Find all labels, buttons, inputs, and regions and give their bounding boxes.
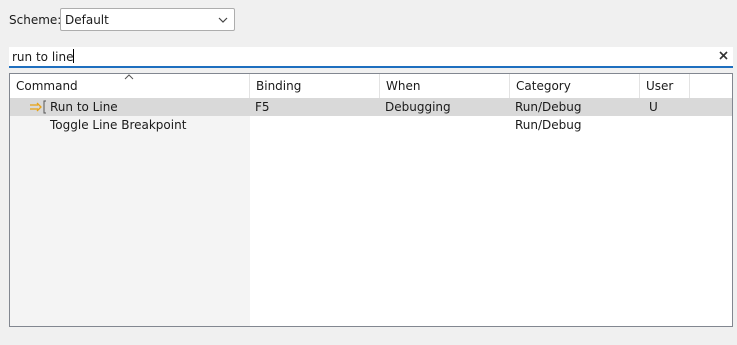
scheme-dropdown-value: Default — [65, 13, 109, 27]
table-header: Command Binding When Category User — [10, 74, 732, 98]
filter-input-text: run to line — [12, 49, 75, 64]
table-row[interactable]: Run to Line F5 Debugging Run/Debug U — [10, 98, 732, 116]
command-cell: Run to Line — [50, 100, 118, 114]
command-cell: Toggle Line Breakpoint — [50, 118, 187, 132]
scheme-label: Scheme: — [9, 13, 62, 27]
filter-input[interactable]: run to line — [9, 47, 733, 68]
sort-ascending-icon — [124, 74, 134, 80]
when-cell: Debugging — [385, 100, 451, 114]
keybindings-table: Command Binding When Category User Run t… — [9, 73, 733, 327]
run-to-line-icon — [30, 100, 46, 114]
category-cell: Run/Debug — [515, 118, 582, 132]
clear-filter-icon[interactable] — [718, 50, 729, 61]
table-row[interactable]: Toggle Line Breakpoint Run/Debug — [10, 116, 732, 134]
column-header-binding[interactable]: Binding — [250, 74, 380, 98]
column-header-when[interactable]: When — [380, 74, 510, 98]
scheme-dropdown[interactable]: Default — [60, 8, 235, 31]
binding-cell: F5 — [255, 100, 270, 114]
category-cell: Run/Debug — [515, 100, 582, 114]
text-caret — [73, 49, 75, 63]
chevron-down-icon[interactable] — [218, 15, 228, 25]
user-cell: U — [649, 100, 658, 114]
column-header-category[interactable]: Category — [510, 74, 640, 98]
column-header-user[interactable]: User — [640, 74, 690, 98]
